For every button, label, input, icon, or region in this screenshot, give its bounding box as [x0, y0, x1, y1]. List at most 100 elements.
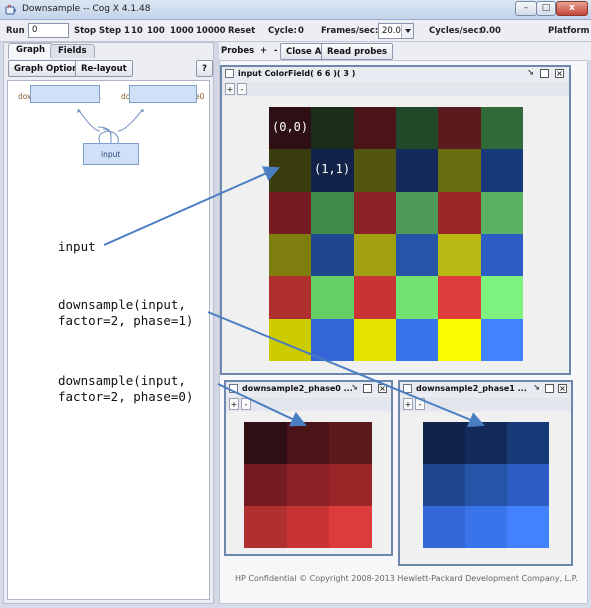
color-cell [395, 276, 439, 319]
phase1-frame-title: downsample2_phase1 ... [416, 384, 527, 393]
color-cell [480, 107, 523, 150]
phase1-zoom-in-button[interactable]: + [403, 398, 413, 410]
platform-label: Platform [548, 26, 590, 36]
color-cell [329, 422, 372, 464]
color-cell [244, 506, 287, 548]
probes-plus-button[interactable]: + [260, 46, 267, 56]
phase0-zoom-out-button[interactable]: - [241, 398, 251, 410]
fps-label: Frames/sec: [321, 26, 379, 36]
color-cell [353, 191, 396, 234]
color-cell [438, 191, 481, 234]
color-cell [311, 191, 354, 234]
color-cell [395, 149, 439, 192]
cps-label: Cycles/sec: [429, 26, 482, 36]
maximize-icon[interactable] [545, 384, 554, 393]
color-cell [507, 422, 549, 464]
color-cell [286, 506, 330, 548]
color-cell [438, 107, 481, 150]
annotation-input: input [56, 239, 98, 255]
relayout-button[interactable]: Re-layout [75, 60, 133, 77]
input-zoom-out-button[interactable]: - [237, 83, 247, 95]
window-title-bar: Downsample -- Cog X 4.1.48 – □ x [0, 0, 591, 20]
phase1-color-grid [423, 422, 549, 548]
step100-button[interactable]: 100 [147, 26, 165, 36]
color-cell [465, 506, 507, 548]
color-cell [438, 233, 481, 277]
read-probes-button[interactable]: Read probes [321, 43, 394, 60]
color-cell [395, 318, 439, 361]
stop-button[interactable]: Stop [74, 26, 96, 36]
cps-value: 0.00 [480, 26, 501, 36]
cycle-label: Cycle: [268, 26, 297, 36]
color-cell [480, 149, 523, 192]
step1000-button[interactable]: 1000 [170, 26, 194, 36]
fps-select[interactable]: 20.0 [378, 23, 414, 39]
minimize-button[interactable]: – [515, 1, 537, 16]
color-cell [438, 318, 481, 361]
restore-icon[interactable]: ↘ [350, 384, 359, 393]
phase0-zoom-in-button[interactable]: + [229, 398, 239, 410]
input-frame-title: input ColorField( 6 6 )( 3 ) [238, 69, 356, 78]
input-colorfield-frame[interactable]: input ColorField( 6 6 )( 3 ) ↘ × + - (0,… [220, 65, 571, 375]
help-button[interactable]: ? [196, 60, 213, 77]
color-cell [286, 422, 330, 464]
maximize-icon[interactable] [540, 69, 549, 78]
coord-label-00: (0,0) [272, 120, 309, 134]
maximize-button[interactable]: □ [536, 1, 556, 16]
close-button[interactable]: x [556, 1, 588, 16]
color-cell [395, 107, 439, 150]
graph-canvas[interactable]: downsample2_phase1 downsample2_phase0 in… [7, 80, 210, 600]
color-cell [423, 506, 465, 548]
step1-button[interactable]: Step 1 [99, 26, 130, 36]
color-cell [269, 276, 312, 319]
input-zoom-in-button[interactable]: + [225, 83, 235, 95]
phase0-frame-body [226, 412, 391, 554]
color-cell [311, 233, 354, 277]
color-cell [329, 506, 372, 548]
maximize-icon[interactable] [363, 384, 372, 393]
run-cycles-input[interactable]: 0 [28, 23, 69, 38]
step10000-button[interactable]: 10000 [196, 26, 226, 36]
color-cell [311, 107, 354, 150]
input-frame-title-bar: input ColorField( 6 6 )( 3 ) ↘ × [222, 67, 569, 81]
step10-button[interactable]: 10 [131, 26, 143, 36]
phase1-frame[interactable]: downsample2_phase1 ... ↘ × + - [398, 380, 573, 566]
probes-minus-button[interactable]: - [274, 46, 278, 56]
color-cell [507, 464, 549, 506]
probes-label: Probes [221, 46, 255, 56]
close-icon[interactable]: × [558, 384, 567, 393]
close-icon[interactable]: × [378, 384, 387, 393]
color-cell [244, 464, 287, 506]
phase1-zoom-out-button[interactable]: - [415, 398, 425, 410]
tab-graph[interactable]: Graph [8, 43, 54, 59]
color-cell [353, 318, 396, 361]
color-cell [269, 149, 312, 192]
phase0-color-grid [244, 422, 372, 548]
frame-icon [229, 384, 238, 393]
phase0-frame-title: downsample2_phase0 ... [242, 384, 353, 393]
color-cell [438, 149, 481, 192]
color-cell [244, 422, 287, 464]
restore-icon[interactable]: ↘ [532, 384, 541, 393]
color-cell [353, 276, 396, 319]
annotation-phase1: downsample(input, factor=2, phase=1) [56, 297, 196, 329]
input-frame-toolbar: + - [222, 82, 569, 96]
color-cell [311, 318, 354, 361]
color-cell [423, 464, 465, 506]
window-title: Downsample -- Cog X 4.1.48 [22, 4, 151, 14]
color-cell [395, 191, 439, 234]
chevron-down-icon [401, 24, 413, 38]
color-cell [329, 464, 372, 506]
input-frame-body: (0,0) (1,1) [222, 97, 569, 373]
restore-icon[interactable]: ↘ [526, 69, 535, 78]
color-cell [269, 191, 312, 234]
tab-fields[interactable]: Fields [50, 44, 95, 58]
close-icon: x [569, 3, 575, 13]
phase0-frame[interactable]: downsample2_phase0 ... ↘ × + - [224, 380, 393, 556]
reset-button[interactable]: Reset [228, 26, 255, 36]
graph-edges [77, 108, 144, 144]
color-cell [269, 233, 312, 277]
input-color-grid [269, 107, 523, 361]
color-cell [507, 506, 549, 548]
close-icon[interactable]: × [555, 69, 564, 78]
